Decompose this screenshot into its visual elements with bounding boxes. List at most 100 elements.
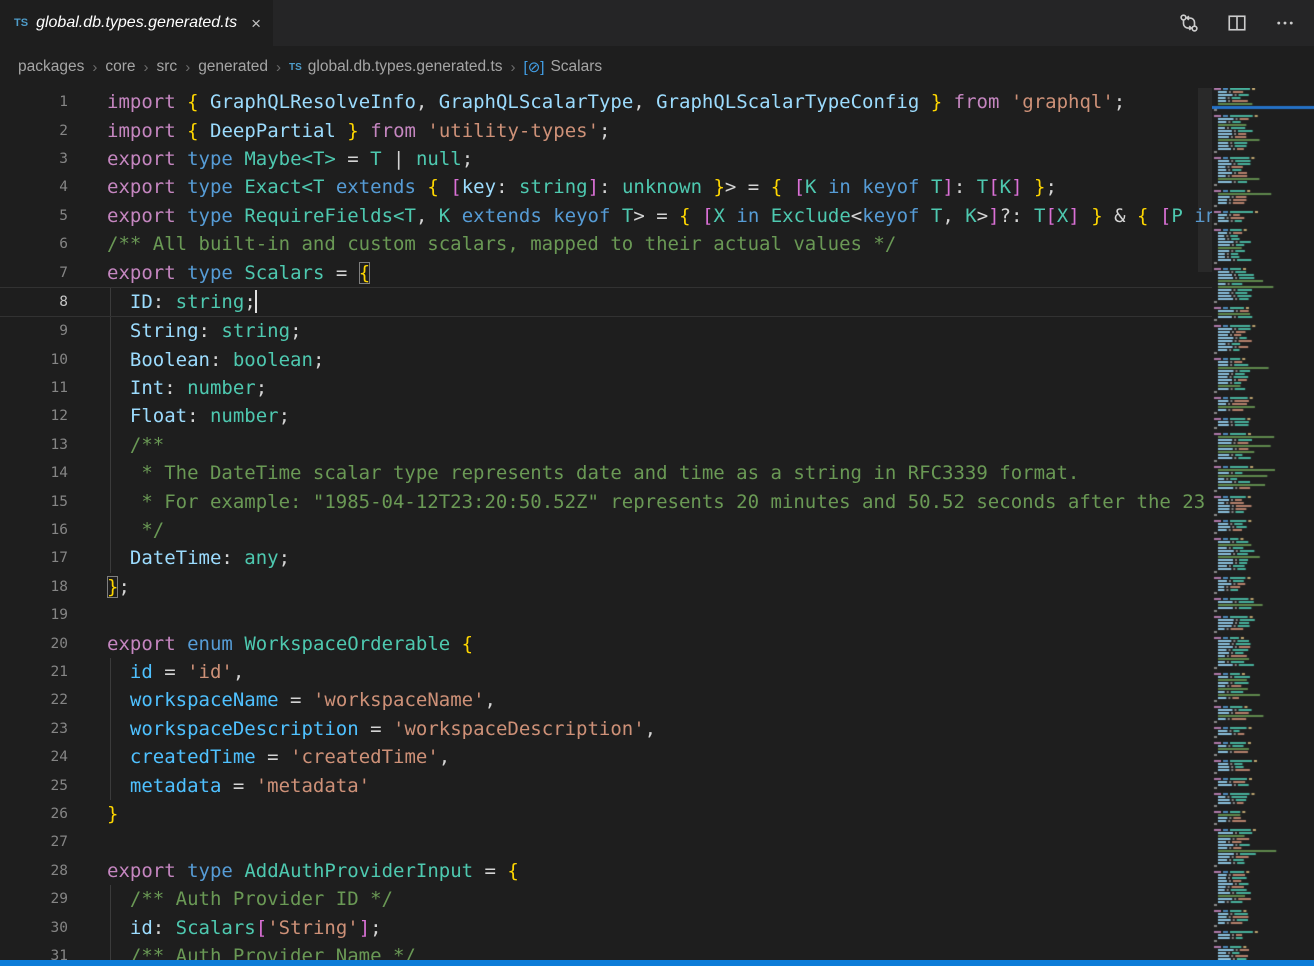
line-number[interactable]: 23 — [0, 721, 68, 737]
indent-guide — [110, 346, 111, 374]
line-number[interactable]: 9 — [0, 323, 68, 339]
code-text: /** — [107, 434, 1212, 456]
line-number[interactable]: 2 — [0, 123, 68, 139]
line-number[interactable]: 11 — [0, 380, 68, 396]
code-line-8[interactable]: 8 ID: string; — [0, 287, 1212, 317]
code-line-29[interactable]: 29 /** Auth Provider ID */ — [0, 885, 1212, 913]
breadcrumb-item-generated[interactable]: generated — [198, 58, 268, 76]
code-text: id: Scalars['String']; — [107, 917, 1212, 939]
line-number[interactable]: 8 — [0, 294, 68, 310]
code-line-15[interactable]: 15 * For example: "1985-04-12T23:20:50.5… — [0, 487, 1212, 515]
code-line-9[interactable]: 9 String: string; — [0, 317, 1212, 345]
line-number[interactable]: 6 — [0, 236, 68, 252]
line-number[interactable]: 14 — [0, 465, 68, 481]
indent-guide — [110, 544, 111, 572]
code-line-21[interactable]: 21 id = 'id', — [0, 658, 1212, 686]
code-line-10[interactable]: 10 Boolean: boolean; — [0, 346, 1212, 374]
line-number[interactable]: 7 — [0, 265, 68, 281]
code-line-1[interactable]: 1 import { GraphQLResolveInfo, GraphQLSca… — [0, 88, 1212, 116]
line-number[interactable]: 19 — [0, 607, 68, 623]
close-tab-icon[interactable]: × — [251, 15, 261, 32]
line-number[interactable]: 13 — [0, 437, 68, 453]
line-number[interactable]: 3 — [0, 151, 68, 167]
more-actions-icon[interactable] — [1274, 12, 1296, 34]
code-text: */ — [107, 519, 1212, 541]
code-line-13[interactable]: 13 /** — [0, 431, 1212, 459]
code-line-11[interactable]: 11 Int: number; — [0, 374, 1212, 402]
breadcrumb-label: core — [105, 58, 135, 76]
code-text: Float: number; — [107, 405, 1212, 427]
code-line-3[interactable]: 3export type Maybe<T> = T | null; — [0, 145, 1212, 173]
code-text: export enum WorkspaceOrderable { — [107, 633, 1212, 655]
line-number[interactable]: 28 — [0, 863, 68, 879]
line-number[interactable]: 26 — [0, 806, 68, 822]
code-line-7[interactable]: 7export type Scalars = { — [0, 258, 1212, 286]
code-text: import { GraphQLResolveInfo, GraphQLScal… — [107, 91, 1212, 113]
code-line-12[interactable]: 12 Float: number; — [0, 402, 1212, 430]
code-text: DateTime: any; — [107, 547, 1212, 569]
text-cursor — [255, 290, 257, 313]
typescript-file-icon: TS — [14, 17, 28, 29]
code-text: /** Auth Provider Name */ — [107, 945, 1212, 960]
indent-guide — [110, 743, 111, 771]
code-text: }; — [107, 576, 1212, 598]
breadcrumb-item-src[interactable]: src — [157, 58, 178, 76]
code-line-14[interactable]: 14 * The DateTime scalar type represents… — [0, 459, 1212, 487]
code-line-18[interactable]: 18}; — [0, 573, 1212, 601]
code-editor[interactable]: 1 import { GraphQLResolveInfo, GraphQLSca… — [0, 88, 1212, 960]
breadcrumb-item-global-db-types-generated-ts[interactable]: TSglobal.db.types.generated.ts — [289, 58, 503, 76]
vscode-window: TS global.db.types.generated.ts × — [0, 0, 1314, 966]
code-line-28[interactable]: 28export type AddAuthProviderInput = { — [0, 857, 1212, 885]
chevron-right-icon: › — [276, 59, 281, 76]
tab-global-db-types[interactable]: TS global.db.types.generated.ts × — [0, 0, 273, 46]
code-line-17[interactable]: 17 DateTime: any; — [0, 544, 1212, 572]
line-number[interactable]: 27 — [0, 834, 68, 850]
code-line-6[interactable]: 6/** All built-in and custom scalars, ma… — [0, 230, 1212, 258]
chevron-right-icon: › — [511, 59, 516, 76]
line-number[interactable]: 24 — [0, 749, 68, 765]
breadcrumb-item-core[interactable]: core — [105, 58, 135, 76]
line-number[interactable]: 5 — [0, 208, 68, 224]
code-text: createdTime = 'createdTime', — [107, 746, 1212, 768]
vertical-scrollbar[interactable] — [1198, 88, 1212, 272]
code-line-2[interactable]: 2import { DeepPartial } from 'utility-ty… — [0, 116, 1212, 144]
code-line-4[interactable]: 4export type Exact<T extends { [key: str… — [0, 173, 1212, 201]
code-line-25[interactable]: 25 metadata = 'metadata' — [0, 771, 1212, 799]
line-number[interactable]: 15 — [0, 494, 68, 510]
minimap[interactable] — [1212, 88, 1314, 960]
line-number[interactable]: 4 — [0, 179, 68, 195]
code-line-31[interactable]: 31 /** Auth Provider Name */ — [0, 942, 1212, 960]
indent-guide — [110, 516, 111, 544]
code-line-23[interactable]: 23 workspaceDescription = 'workspaceDesc… — [0, 715, 1212, 743]
line-number[interactable]: 21 — [0, 664, 68, 680]
code-line-20[interactable]: 20 export enum WorkspaceOrderable { — [0, 629, 1212, 657]
breadcrumb-item-packages[interactable]: packages — [18, 58, 84, 76]
line-number[interactable]: 10 — [0, 352, 68, 368]
code-line-26[interactable]: 26} — [0, 800, 1212, 828]
line-number[interactable]: 20 — [0, 636, 68, 652]
line-number[interactable]: 1 — [0, 94, 68, 110]
split-editor-icon[interactable] — [1226, 12, 1248, 34]
line-number[interactable]: 16 — [0, 522, 68, 538]
line-number[interactable]: 12 — [0, 408, 68, 424]
code-line-19[interactable]: 19 — [0, 601, 1212, 629]
code-line-16[interactable]: 16 */ — [0, 516, 1212, 544]
code-line-30[interactable]: 30 id: Scalars['String']; — [0, 913, 1212, 941]
open-changes-icon[interactable] — [1178, 12, 1200, 34]
breadcrumb-item-scalars[interactable]: [⊘]Scalars — [524, 58, 603, 76]
status-bar[interactable] — [0, 960, 1314, 966]
line-number[interactable]: 30 — [0, 920, 68, 936]
code-line-5[interactable]: 5export type RequireFields<T, K extends … — [0, 202, 1212, 230]
line-number[interactable]: 17 — [0, 550, 68, 566]
line-number[interactable]: 22 — [0, 692, 68, 708]
indent-guide — [110, 317, 111, 345]
code-line-24[interactable]: 24 createdTime = 'createdTime', — [0, 743, 1212, 771]
indent-guide — [110, 374, 111, 402]
breadcrumb-label: global.db.types.generated.ts — [308, 58, 503, 76]
code-line-22[interactable]: 22 workspaceName = 'workspaceName', — [0, 686, 1212, 714]
line-number[interactable]: 25 — [0, 778, 68, 794]
line-number[interactable]: 29 — [0, 891, 68, 907]
line-number[interactable]: 31 — [0, 948, 68, 960]
code-line-27[interactable]: 27 — [0, 828, 1212, 856]
line-number[interactable]: 18 — [0, 579, 68, 595]
